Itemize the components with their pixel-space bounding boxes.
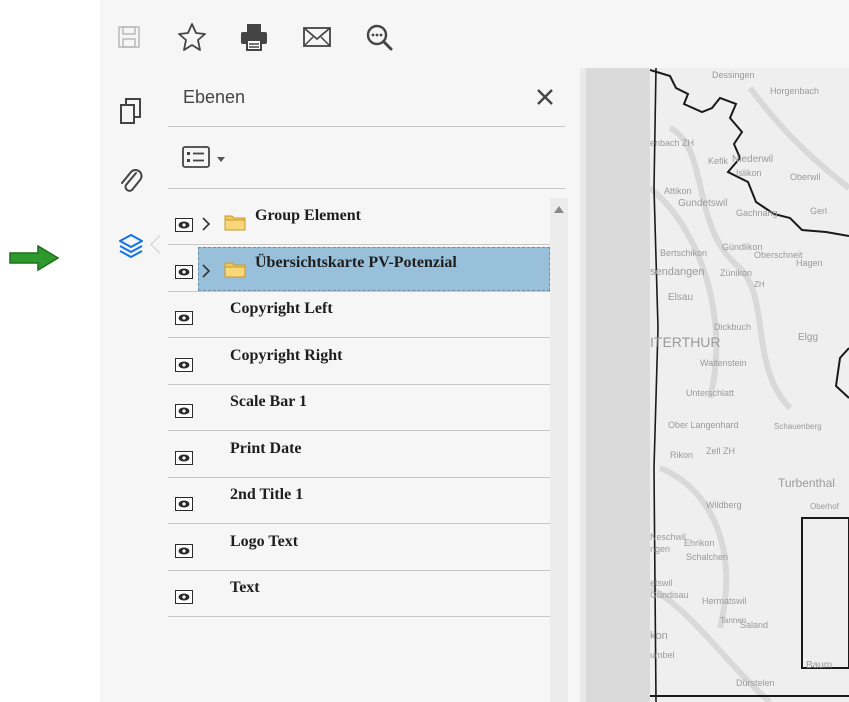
- visibility-eye-icon[interactable]: [175, 450, 193, 465]
- layer-row[interactable]: Group Element: [168, 198, 550, 245]
- map-place-label: ZH: [754, 280, 765, 289]
- map-place-label: Elsau: [668, 292, 694, 303]
- layer-label: 2nd Title 1: [230, 486, 304, 503]
- options-menu-button[interactable]: [182, 145, 234, 173]
- map-place-label: Islikon: [736, 168, 762, 178]
- visibility-eye-icon[interactable]: [175, 311, 193, 325]
- map-place-label: Horgenbach: [770, 86, 820, 96]
- map-place-label: Baum: [806, 660, 833, 671]
- visibility-eye-icon[interactable]: [175, 404, 193, 418]
- map-place-label: Dessingen: [712, 70, 755, 80]
- scroll-up-arrow-icon[interactable]: [554, 206, 564, 213]
- save-icon[interactable]: [112, 20, 146, 54]
- map-place-label: Schauenberg: [774, 422, 822, 431]
- layer-list-scrollbar[interactable]: [550, 198, 568, 702]
- divider: [168, 188, 565, 189]
- layer-label: Copyright Left: [230, 300, 333, 317]
- map-place-label: Unterschlatt: [686, 388, 735, 398]
- visibility-eye-icon[interactable]: [175, 264, 193, 279]
- layer-label: Text: [230, 579, 260, 596]
- map-place-label: Oberwil: [790, 172, 821, 182]
- map-place-label: Tannen: [720, 616, 747, 625]
- folder-icon: [224, 213, 246, 231]
- map-place-label: Hagen: [796, 258, 823, 268]
- layer-row[interactable]: Copyright Left: [168, 291, 550, 338]
- layers-panel: Ebenen Group Element Übersichtskarte PV-P…: [160, 68, 580, 702]
- map-place-label: Turbenthal: [778, 476, 835, 490]
- map-place-label: Zell ZH: [706, 446, 735, 456]
- email-icon[interactable]: [300, 20, 334, 54]
- top-toolbar: [100, 0, 849, 68]
- bookmark-star-icon[interactable]: [175, 20, 209, 54]
- map-place-label: kon: [650, 630, 668, 642]
- map-place-label: Gachnang: [736, 208, 778, 218]
- divider: [168, 126, 565, 127]
- map-place-label: Dürstelen: [736, 678, 775, 688]
- map-place-label: Niederwil: [732, 154, 774, 165]
- visibility-eye-icon[interactable]: [175, 543, 193, 558]
- layer-label: Print Date: [230, 439, 302, 457]
- map-place-label: Dickbuch: [714, 322, 752, 332]
- map-place-label: umbel: [650, 650, 675, 660]
- map-place-label: Ober Langenhard: [668, 420, 739, 430]
- green-arrow-icon: [8, 244, 60, 277]
- panel-title: Ebenen: [183, 87, 246, 107]
- visibility-eye-icon[interactable]: [175, 590, 193, 604]
- layer-label: Copyright Right: [230, 346, 343, 364]
- find-icon[interactable]: [362, 20, 396, 54]
- visibility-eye-icon[interactable]: [175, 218, 193, 232]
- layer-label: Scale Bar 1: [230, 393, 308, 410]
- map-place-label: Elgg: [798, 332, 819, 343]
- map-place-label: Zünikon: [720, 268, 753, 278]
- map-document[interactable]: Dessingen Horgenbach enbach ZH Kefik Niederw…: [650, 68, 849, 702]
- layer-label: Logo Text: [230, 532, 299, 550]
- visibility-eye-icon[interactable]: [175, 357, 193, 372]
- map-place-label: Gerl: [810, 206, 828, 216]
- map-place-label: Rikon: [670, 450, 694, 460]
- layers-icon[interactable]: [116, 231, 146, 261]
- map-place-label: Schalchen: [686, 552, 729, 562]
- map-place-label: ngen: [650, 544, 671, 554]
- map-place-label: Attikon: [664, 186, 692, 196]
- list-options-icon: [182, 145, 210, 173]
- chevron-right-icon[interactable]: [201, 263, 211, 279]
- map-place-label: Bertschikon: [660, 248, 708, 258]
- attachments-icon[interactable]: [116, 166, 146, 196]
- map-place-label: Oberhof: [810, 502, 839, 511]
- layer-row[interactable]: Logo Text: [168, 524, 550, 571]
- layer-row[interactable]: Scale Bar 1: [168, 384, 550, 431]
- document-gutter-edge: [580, 68, 586, 702]
- map-place-label: Gundetswil: [678, 198, 728, 209]
- layer-row[interactable]: Print Date: [168, 431, 550, 478]
- pages-icon[interactable]: [116, 96, 146, 126]
- map-place-label: Wildberg: [706, 500, 742, 510]
- map-place-label: ITERTHUR: [650, 334, 721, 350]
- chevron-right-icon[interactable]: [201, 216, 211, 232]
- navigation-rail: [100, 68, 169, 702]
- map-place-label: Ehrikon: [684, 538, 715, 548]
- map-place-label: etswil: [650, 578, 673, 588]
- map-place-label: Waltenstein: [700, 358, 747, 368]
- close-icon[interactable]: [534, 86, 556, 108]
- visibility-eye-icon[interactable]: [175, 497, 193, 511]
- layer-row[interactable]: Copyright Right: [168, 338, 550, 385]
- folder-icon: [224, 260, 246, 278]
- layer-row[interactable]: Übersichtskarte PV-Potenzial: [168, 245, 550, 292]
- layer-row[interactable]: Text: [168, 570, 550, 617]
- chevron-down-icon: [216, 150, 226, 168]
- document-gutter: [580, 68, 650, 702]
- map-place-label: Neschwil: [650, 532, 687, 542]
- map-place-label: enbach ZH: [650, 138, 695, 148]
- layer-row[interactable]: 2nd Title 1: [168, 477, 550, 524]
- map-place-label: Hermatswil: [702, 596, 747, 606]
- layer-label: Übersichtskarte PV-Potenzial: [255, 253, 457, 271]
- map-place-label: sendangen: [650, 266, 705, 278]
- map-place-label: Kefik: [708, 156, 729, 166]
- map-place-label: Gündisau: [650, 590, 689, 600]
- print-icon[interactable]: [237, 20, 271, 54]
- layer-label: Group Element: [255, 207, 361, 224]
